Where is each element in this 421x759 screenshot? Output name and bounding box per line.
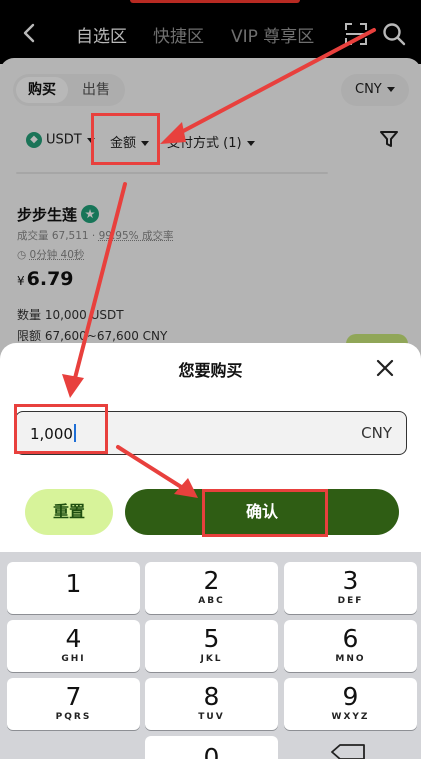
key-4-letters: GHI: [61, 654, 86, 664]
highlight-amount-filter: [91, 113, 160, 165]
key-1[interactable]: 1: [7, 562, 140, 614]
key-3[interactable]: 3 DEF: [284, 562, 417, 614]
key-8-digit: 8: [203, 682, 220, 711]
highlight-confirm-button: [202, 489, 328, 537]
close-icon[interactable]: [374, 357, 396, 379]
key-3-letters: DEF: [337, 596, 364, 606]
sheet-title: 您要购买: [178, 361, 243, 380]
key-3-digit: 3: [342, 566, 359, 595]
key-4[interactable]: 4 GHI: [7, 620, 140, 672]
key-2[interactable]: 2 ABC: [145, 562, 278, 614]
key-5-letters: JKL: [200, 654, 223, 664]
key-2-digit: 2: [203, 566, 220, 595]
highlight-amount-input: [14, 404, 108, 454]
backspace-icon[interactable]: [330, 743, 368, 759]
numeric-keypad: 1 2 ABC 3 DEF 4 GHI 5 JKL 6 MNO 7 PQRS 8 TUV 9W…: [0, 552, 421, 759]
key-6-digit: 6: [342, 624, 359, 653]
amount-currency: CNY: [361, 424, 392, 442]
key-0-digit: 0: [203, 743, 220, 759]
key-9-digit: 9: [342, 682, 359, 711]
key-9[interactable]: 9 WXYZ: [284, 678, 417, 730]
key-7-digit: 7: [65, 682, 82, 711]
key-8[interactable]: 8 TUV: [145, 678, 278, 730]
key-7-letters: PQRS: [55, 712, 92, 722]
key-5-digit: 5: [203, 624, 220, 653]
key-7[interactable]: 7 PQRS: [7, 678, 140, 730]
key-2-letters: ABC: [198, 596, 225, 606]
key-9-letters: WXYZ: [331, 712, 370, 722]
reset-button[interactable]: 重置: [25, 489, 113, 535]
key-1-digit: 1: [65, 569, 82, 598]
key-4-digit: 4: [65, 624, 82, 653]
key-6[interactable]: 6 MNO: [284, 620, 417, 672]
key-8-letters: TUV: [198, 712, 225, 722]
key-5[interactable]: 5 JKL: [145, 620, 278, 672]
key-0[interactable]: 0: [145, 736, 278, 759]
key-6-letters: MNO: [335, 654, 366, 664]
